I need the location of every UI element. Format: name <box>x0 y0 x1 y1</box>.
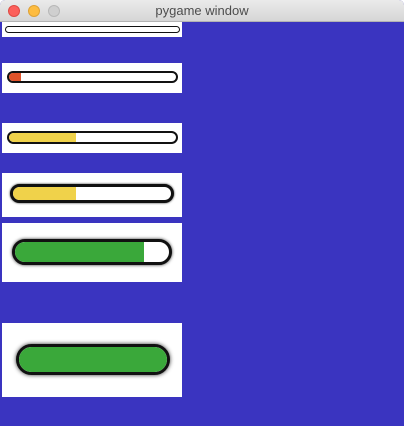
bar-panel-6 <box>2 323 182 397</box>
window-title: pygame window <box>155 3 249 18</box>
progress-bar-4-fill <box>13 187 77 200</box>
progress-bar-2-fill <box>9 73 21 81</box>
pygame-canvas <box>0 22 404 426</box>
bar-panel-5 <box>2 223 182 282</box>
progress-bar-3 <box>7 131 178 144</box>
bar-panel-1 <box>2 22 182 37</box>
progress-bar-1 <box>5 26 180 33</box>
bar-panel-3 <box>2 123 182 153</box>
progress-bar-5-fill <box>15 242 145 262</box>
pygame-window: pygame window <box>0 0 404 426</box>
progress-bar-6-fill <box>19 347 167 372</box>
bar-panel-4 <box>2 173 182 217</box>
progress-bar-5 <box>12 239 172 265</box>
progress-bar-4 <box>10 184 174 203</box>
progress-bar-2 <box>7 71 178 83</box>
progress-bar-3-fill <box>9 133 76 142</box>
progress-bar-6 <box>16 344 170 375</box>
title-bar: pygame window <box>0 0 404 22</box>
bar-panel-2 <box>2 63 182 93</box>
